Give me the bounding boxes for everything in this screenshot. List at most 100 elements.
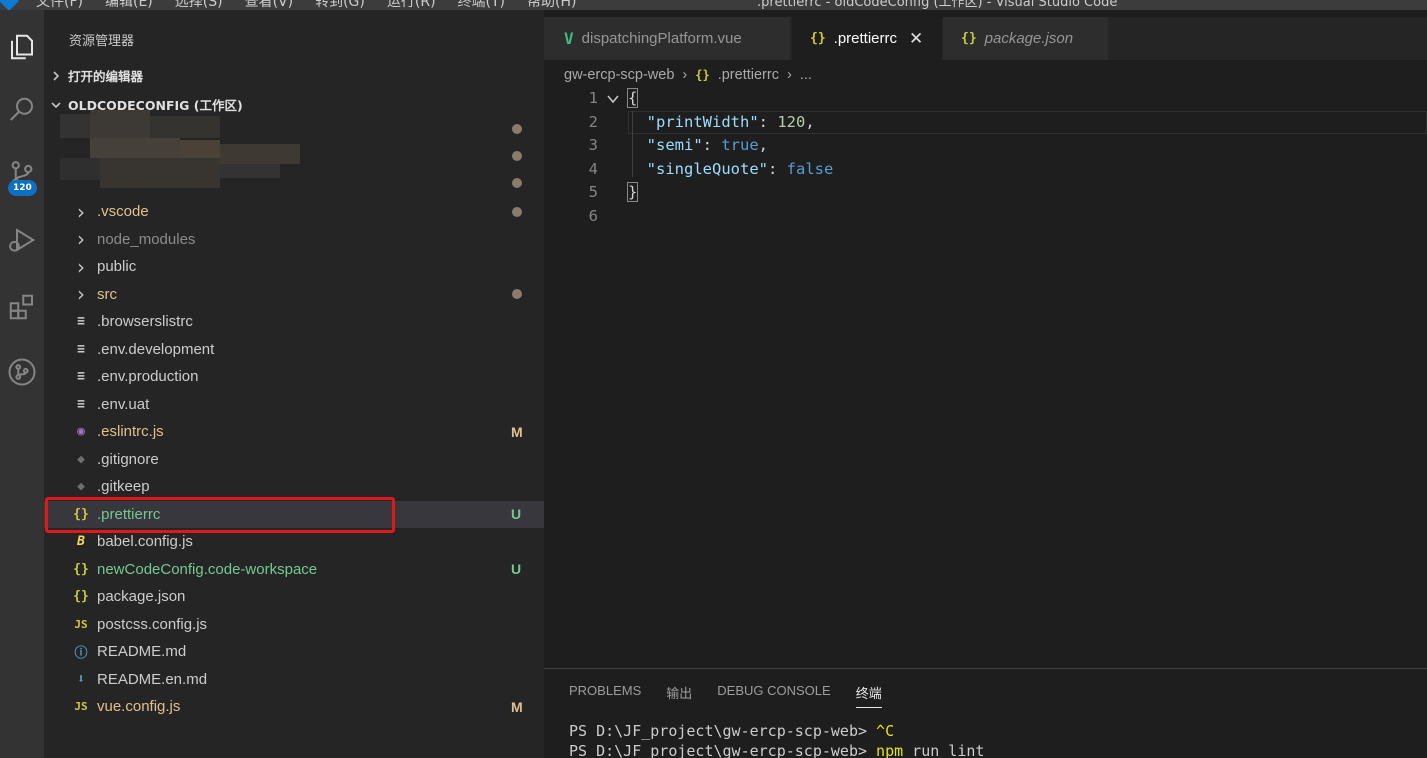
- file-item[interactable]: ◆ .gitkeep: [44, 473, 544, 500]
- highlight-annotation-box: [45, 497, 395, 533]
- json-value: 120: [777, 112, 806, 131]
- explorer-sidebar: 资源管理器 打开的编辑器 OLDCODECONFIG (工作区) › .vscod…: [44, 10, 544, 758]
- file-label: node_modules: [97, 230, 196, 248]
- line-number: 2: [588, 112, 598, 131]
- menu-item[interactable]: 终端(T): [458, 0, 505, 10]
- file-item[interactable]: {} newCodeConfig.code-workspace U: [44, 556, 544, 583]
- file-item[interactable]: › public: [44, 253, 544, 280]
- chevron-right-icon: ›: [682, 67, 688, 83]
- menu-item[interactable]: 查看(V): [245, 0, 294, 10]
- file-label: src: [97, 285, 117, 303]
- run-debug-icon[interactable]: [0, 216, 44, 264]
- git-status-badge: U: [511, 561, 522, 577]
- file-label: .eslintrc.js: [97, 423, 164, 440]
- menu-bar: 文件(F) 编辑(E) 选择(S) 查看(V) 转到(G) 运行(R) 终端(T) 帮助(H)…: [0, 0, 1427, 10]
- tab-package-json[interactable]: {} package.json: [943, 17, 1109, 60]
- colon: :: [768, 159, 787, 178]
- file-label: babel.config.js: [97, 533, 193, 550]
- open-editors-section[interactable]: 打开的编辑器: [50, 66, 143, 85]
- code-editor[interactable]: 1{2 "printWidth": 120, 3 "semi": true, 4 "…: [544, 87, 1427, 667]
- modified-dot: [512, 151, 522, 161]
- file-item[interactable]: {} package.json: [44, 583, 544, 610]
- menu-item[interactable]: 编辑(E): [105, 0, 153, 10]
- file-item[interactable]: › src: [44, 281, 544, 308]
- file-label: postcss.config.js: [97, 615, 208, 633]
- menu-item[interactable]: 运行(R): [387, 0, 436, 10]
- colon: :: [758, 112, 778, 131]
- redacted-region: [60, 110, 320, 192]
- eslint-icon: ◉: [77, 424, 85, 439]
- json-key: "singleQuote": [646, 159, 768, 178]
- file-item[interactable]: ◆ .gitignore: [44, 446, 544, 473]
- json-file-icon: {}: [810, 31, 826, 46]
- code-text: "printWidth": 120,: [628, 111, 815, 134]
- file-label: vue.config.js: [97, 698, 181, 715]
- modified-dot: [512, 289, 522, 299]
- extensions-icon[interactable]: [0, 283, 44, 331]
- comma: ,: [758, 136, 769, 155]
- close-icon[interactable]: ✕: [909, 29, 923, 49]
- chevron-down-icon: [51, 101, 61, 108]
- file-item[interactable]: ⓘ README.md: [44, 638, 544, 665]
- file-label: README.md: [97, 643, 187, 660]
- menu-item[interactable]: 文件(F): [36, 0, 83, 10]
- tab-label: package.json: [984, 30, 1074, 47]
- breadcrumb-more[interactable]: ...: [800, 67, 812, 83]
- tab-dispatching-platform[interactable]: V dispatchingPlatform.vue: [544, 17, 791, 60]
- code-line: 6: [544, 205, 1427, 228]
- vscode-logo-icon: [0, 0, 19, 10]
- file-item[interactable]: JS vue.config.js M: [44, 693, 544, 720]
- file-label: .browserslistrc: [97, 313, 193, 330]
- search-icon[interactable]: [0, 86, 44, 134]
- file-label: .env.uat: [97, 395, 150, 413]
- file-item[interactable]: › .vscode: [44, 198, 544, 225]
- markdown-icon: ⬇: [77, 671, 85, 687]
- explorer-icon[interactable]: [0, 23, 44, 71]
- tab-prettierrc[interactable]: {} .prettierrc ✕: [792, 17, 942, 60]
- line-number: 3: [588, 136, 598, 155]
- code-line: 5}: [544, 181, 1427, 204]
- bottom-panel: PROBLEMS 输出 DEBUG CONSOLE 终端 PS D:\JF_proje…: [544, 668, 1427, 758]
- file-item[interactable]: ≡ .env.production: [44, 363, 544, 390]
- file-item[interactable]: JS postcss.config.js: [44, 611, 544, 638]
- panel-tab[interactable]: DEBUG CONSOLE: [717, 683, 830, 708]
- file-item[interactable]: ⬇ README.en.md: [44, 666, 544, 693]
- file-item[interactable]: › node_modules: [44, 226, 544, 253]
- panel-tab[interactable]: PROBLEMS: [569, 683, 641, 708]
- git-graph-icon[interactable]: [0, 348, 44, 396]
- modified-dot: [512, 178, 522, 188]
- breadcrumb-file[interactable]: .prettierrc: [718, 67, 779, 83]
- activity-bar: 120: [0, 10, 44, 758]
- menu-item[interactable]: 选择(S): [175, 0, 223, 10]
- chevron-right-icon: ›: [77, 199, 85, 224]
- chevron-right-icon: ›: [786, 67, 792, 83]
- fold-chevron-icon[interactable]: [606, 92, 620, 106]
- babel-icon: B: [77, 534, 85, 549]
- breadcrumb-folder[interactable]: gw-ercp-scp-web: [564, 67, 674, 83]
- panel-tab[interactable]: 终端: [855, 683, 882, 708]
- panel-tab[interactable]: 输出: [666, 683, 692, 708]
- file-item[interactable]: ≡ .env.uat: [44, 391, 544, 418]
- git-status-badge: M: [511, 698, 523, 715]
- comma: ,: [805, 112, 815, 131]
- file-label: .env.development: [97, 340, 215, 358]
- terminal-output[interactable]: PS D:\JF_project\gw-ercp-scp-web> ^C PS D…: [569, 721, 984, 758]
- menu-item[interactable]: 帮助(H): [527, 0, 576, 10]
- js-file-icon: JS: [74, 617, 88, 631]
- modified-dot: [512, 124, 522, 134]
- git-status-badge: U: [511, 506, 522, 522]
- file-item[interactable]: ≡ .browserslistrc: [44, 308, 544, 335]
- file-label: .gitkeep: [97, 478, 150, 495]
- menu-item[interactable]: 转到(G): [315, 0, 365, 10]
- sidebar-title: 资源管理器: [69, 34, 135, 49]
- panel-tabs: PROBLEMS 输出 DEBUG CONSOLE 终端: [569, 683, 882, 708]
- text-file-icon: ≡: [77, 369, 85, 384]
- breadcrumb: gw-ercp-scp-web › {} .prettierrc › ...: [564, 63, 812, 87]
- source-control-icon[interactable]: 120: [0, 150, 44, 198]
- file-item[interactable]: ≡ .env.development: [44, 336, 544, 363]
- code-text: "singleQuote": false: [628, 158, 834, 181]
- tab-label: dispatchingPlatform.vue: [581, 30, 742, 47]
- file-item[interactable]: ◉ .eslintrc.js M: [44, 418, 544, 445]
- json-file-icon: {}: [73, 589, 89, 604]
- terminal-prompt: PS D:\JF_project\gw-ercp-scp-web>: [569, 742, 877, 758]
